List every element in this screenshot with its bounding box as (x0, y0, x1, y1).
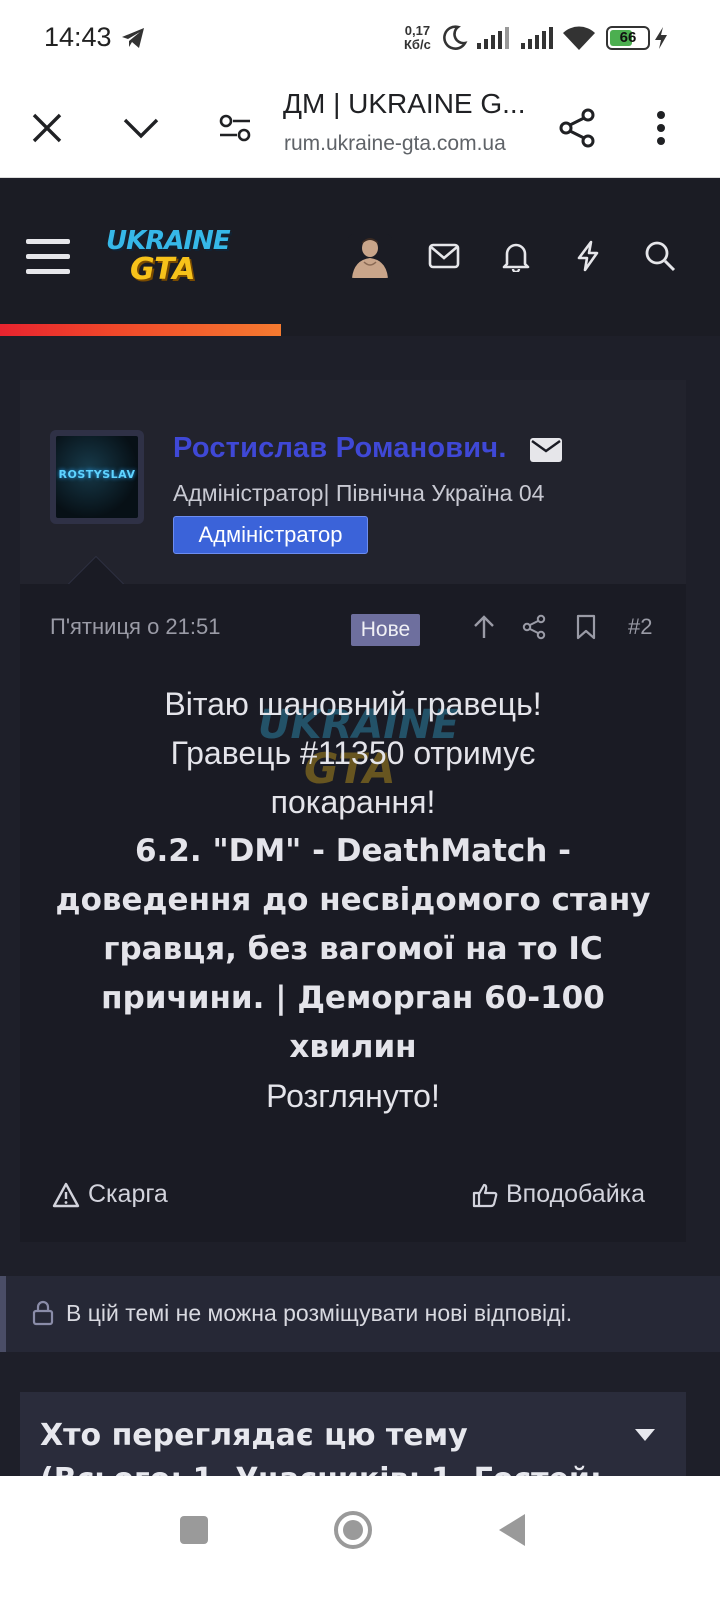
reading-progress-fill (0, 324, 281, 336)
post-message: ROSTYSLAV Ростислав Романович. Адміністр… (20, 400, 686, 1242)
mail-icon[interactable] (424, 236, 464, 276)
like-label: Вподобайка (506, 1180, 646, 1208)
signal-icon (476, 26, 512, 55)
close-icon[interactable] (19, 100, 75, 156)
report-label: Скарга (88, 1180, 168, 1208)
forum-header: UKRAINE GTA (0, 180, 720, 336)
back-triangle-icon[interactable] (482, 1500, 542, 1560)
caret-down-icon[interactable] (634, 1428, 656, 1447)
post-actions: Скарга Вподобайка (20, 1180, 686, 1220)
like-button[interactable]: Вподобайка (472, 1180, 645, 1209)
thread-content: ROSTYSLAV Ростислав Романович. Адміністр… (0, 336, 720, 1476)
more-vert-icon[interactable] (633, 100, 689, 156)
post-body: Вітаю шановний гравець! Гравець #11350 о… (20, 680, 686, 1121)
user-avatar-text: ROSTYSLAV (58, 468, 136, 481)
battery-icon: 66 (606, 26, 650, 50)
warning-icon (52, 1182, 80, 1207)
network-speed: 0,17 Кб/с (404, 24, 431, 52)
network-speed-value: 0,17 (404, 23, 431, 38)
bolt-icon[interactable] (568, 236, 608, 276)
bell-icon[interactable] (496, 236, 536, 276)
new-badge: Нове (351, 614, 420, 646)
bookmark-icon[interactable] (576, 614, 596, 645)
avatar[interactable] (348, 234, 392, 278)
thumbs-up-icon (472, 1183, 498, 1207)
arrow-up-icon[interactable] (472, 614, 496, 645)
url-bar[interactable]: rum.ukraine-gta.com.ua (284, 132, 506, 156)
user-title: Адміністратор| Північна Україна 04 (173, 480, 545, 506)
search-icon[interactable] (640, 236, 680, 276)
post-date-link[interactable]: П'ятниця о 21:51 (50, 614, 220, 640)
user-role-badge: Адміністратор (173, 516, 368, 554)
clock: 14:43 (44, 22, 112, 52)
reading-progress-bar (0, 324, 720, 336)
share-icon[interactable] (549, 100, 605, 156)
status-bar: 14:43 0,17 Кб/с 66 (0, 0, 720, 78)
moon-icon (440, 24, 468, 57)
page-title[interactable]: ДМ | UKRAINE G... (283, 88, 525, 120)
locked-notice-text: В цій темі не можна розміщувати нові від… (66, 1300, 573, 1326)
charging-icon (654, 26, 668, 55)
browser-toolbar: ДМ | UKRAINE G... rum.ukraine-gta.com.ua (0, 78, 720, 178)
network-speed-unit: Кб/с (404, 37, 431, 52)
chevron-down-icon[interactable] (113, 100, 169, 156)
system-nav-bar (0, 1476, 720, 1600)
page-settings-icon[interactable] (207, 100, 263, 156)
menu-icon[interactable] (24, 232, 72, 280)
thread-locked-notice: В цій темі не можна розміщувати нові від… (0, 1276, 720, 1352)
site-logo[interactable]: UKRAINE GTA (100, 224, 231, 290)
report-button[interactable]: Скарга (52, 1180, 168, 1209)
rule-text: 6.2. "DM" - DeathMatch - доведення до не… (55, 833, 651, 1065)
home-circle-icon[interactable] (323, 1500, 383, 1560)
wifi-icon (562, 24, 596, 57)
post-meta: П'ятниця о 21:51 Нове #2 (20, 610, 686, 650)
battery-level: 66 (619, 29, 637, 46)
share-icon[interactable] (522, 614, 546, 645)
logo-text-bottom: GTA (130, 252, 196, 287)
telegram-icon (120, 26, 146, 55)
mail-icon[interactable] (530, 438, 562, 467)
post-number-link[interactable]: #2 (628, 614, 652, 640)
punishment-text: Гравець #11350 отримує покарання! (170, 735, 536, 820)
user-block-pointer (68, 556, 124, 584)
user-avatar[interactable]: ROSTYSLAV (50, 430, 144, 524)
greeting-text: Вітаю шановний гравець! (164, 686, 542, 722)
status-text: Розглянуто! (266, 1078, 440, 1114)
thread-viewers-block[interactable]: Хто переглядає цю тему (Всього: 1, Учасн… (20, 1392, 686, 1476)
recents-square-icon[interactable] (164, 1500, 224, 1560)
lock-icon (32, 1300, 54, 1331)
username-link[interactable]: Ростислав Романович. (173, 432, 507, 465)
signal-icon (520, 26, 556, 55)
divider (20, 380, 686, 400)
user-avatar-image: ROSTYSLAV (56, 436, 138, 518)
viewers-title: Хто переглядає цю тему (Всього: 1, Учасн… (40, 1418, 602, 1476)
